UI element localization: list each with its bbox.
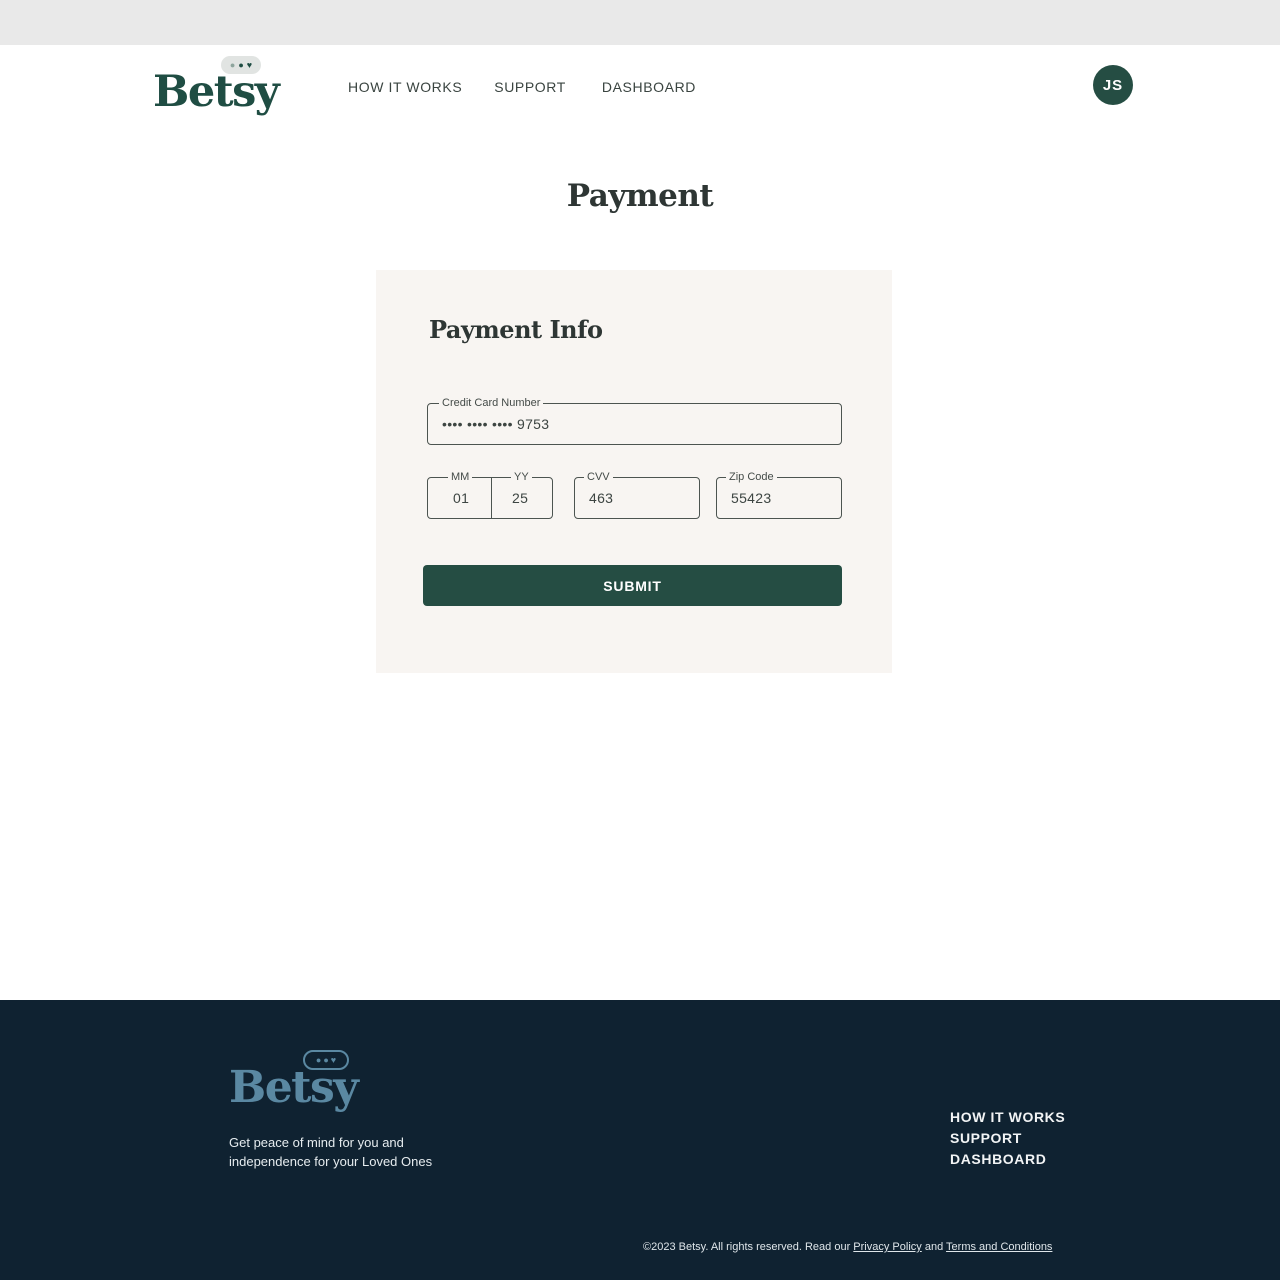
terms-link[interactable]: Terms and Conditions	[946, 1241, 1052, 1253]
copyright-and: and	[924, 1241, 944, 1253]
copyright-text: ©2023 Betsy. All rights reserved. Read o…	[643, 1241, 851, 1253]
site-header: ● ● ♥ Betsy HOW IT WORKS SUPPORT DASHBOARD…	[0, 45, 1280, 135]
footer-link-support[interactable]: SUPPORT	[950, 1130, 1065, 1147]
nav-how-it-works[interactable]: HOW IT WORKS	[348, 79, 462, 95]
footer-link-how-it-works[interactable]: HOW IT WORKS	[950, 1109, 1065, 1126]
main-nav: HOW IT WORKS SUPPORT DASHBOARD	[348, 79, 696, 95]
site-footer: ● ● ♥ Betsy Get peace of mind for you and …	[0, 1000, 1280, 1280]
privacy-policy-link[interactable]: Privacy Policy	[853, 1241, 921, 1253]
zip-code-value: 55423	[731, 490, 772, 506]
credit-card-number-label: Credit Card Number	[439, 396, 544, 410]
expiry-month-label: MM	[448, 470, 473, 484]
cvv-field[interactable]: CVV 463	[574, 470, 700, 519]
betsy-logo[interactable]: ● ● ♥ Betsy	[153, 55, 283, 119]
zip-code-label: Zip Code	[726, 470, 777, 484]
user-avatar[interactable]: JS	[1093, 65, 1133, 105]
zip-code-field[interactable]: Zip Code 55423	[716, 470, 842, 519]
footer-tagline: Get peace of mind for you and independen…	[229, 1135, 433, 1169]
expiry-year-label: YY	[511, 470, 532, 484]
expiry-month-value: 01	[453, 490, 470, 506]
credit-card-number-value: •••• •••• •••• 9753	[442, 416, 550, 432]
payment-card: Payment Info Credit Card Number •••• •••…	[376, 270, 892, 673]
nav-dashboard[interactable]: DASHBOARD	[602, 79, 696, 95]
nav-support[interactable]: SUPPORT	[494, 79, 566, 95]
page-title: Payment	[566, 178, 714, 214]
footer-logo-text: Betsy	[229, 1062, 359, 1113]
expiry-month-field[interactable]: MM 01	[427, 470, 492, 519]
cvv-value: 463	[589, 490, 614, 506]
footer-nav: HOW IT WORKS SUPPORT DASHBOARD	[950, 1109, 1065, 1168]
submit-button[interactable]: SUBMIT	[423, 565, 842, 606]
footer-link-dashboard[interactable]: DASHBOARD	[950, 1151, 1065, 1168]
browser-top-bar	[0, 0, 1280, 45]
logo-text: Betsy	[153, 67, 280, 117]
credit-card-number-field[interactable]: Credit Card Number •••• •••• •••• 9753	[427, 396, 842, 445]
footer-betsy-logo[interactable]: ● ● ♥ Betsy	[229, 1048, 369, 1118]
cvv-label: CVV	[584, 470, 613, 484]
expiry-year-value: 25	[512, 490, 529, 506]
expiry-year-field[interactable]: YY 25	[491, 470, 553, 519]
payment-info-title: Payment Info	[429, 315, 603, 344]
copyright-notice: ©2023 Betsy. All rights reserved. Read o…	[643, 1241, 1052, 1253]
